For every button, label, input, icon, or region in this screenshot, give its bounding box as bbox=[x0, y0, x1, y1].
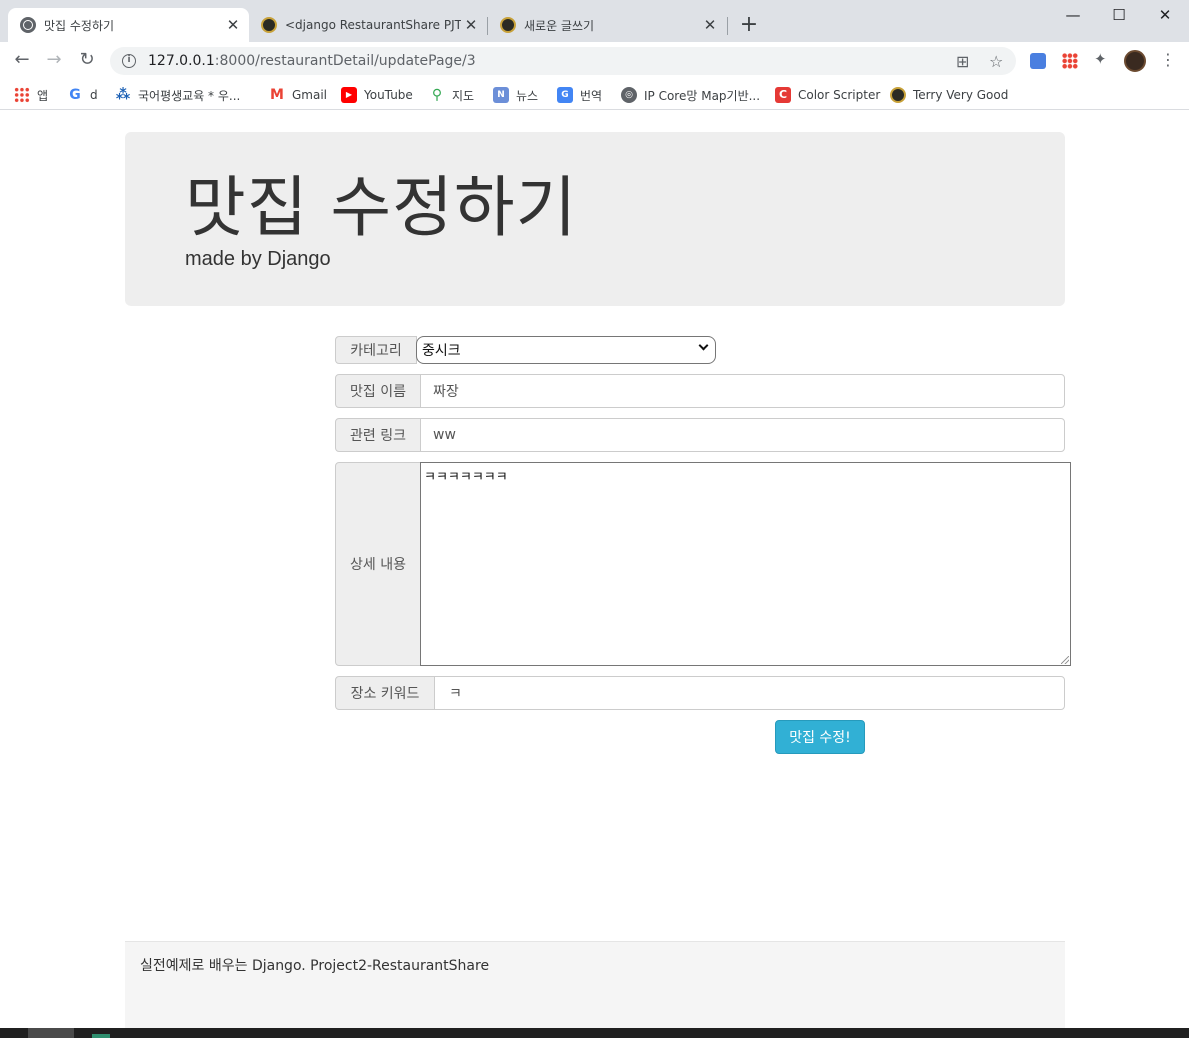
detail-content-label: 상세 내용 bbox=[335, 462, 421, 666]
terry-icon bbox=[890, 87, 906, 103]
bookmark-maps[interactable]: ⚲ 지도 bbox=[429, 85, 474, 105]
bookmark-label: Color Scripter bbox=[798, 88, 881, 102]
translate-page-icon[interactable]: ⊞ bbox=[956, 52, 969, 71]
django-favicon-icon bbox=[500, 17, 516, 33]
tab-divider bbox=[727, 17, 728, 35]
new-tab-icon[interactable]: + bbox=[738, 12, 760, 38]
youtube-icon: ▶ bbox=[341, 87, 357, 103]
os-taskbar bbox=[0, 1028, 1189, 1038]
chevron-down-icon bbox=[698, 340, 709, 351]
back-icon[interactable]: ← bbox=[10, 48, 34, 72]
bookmark-label: Terry Very Good bbox=[913, 88, 1009, 102]
bookmark-label: 앱 bbox=[37, 88, 49, 103]
bookmark-label: IP Core망 Map기반... bbox=[644, 88, 761, 103]
bookmark-label: 지도 bbox=[452, 88, 475, 103]
place-keyword-input[interactable]: ㅋ bbox=[434, 676, 1065, 710]
tab-title: <django RestaurantShare PJT> bbox=[285, 18, 461, 32]
url-path: :8000/restaurantDetail/updatePage/3 bbox=[214, 53, 476, 69]
related-link-input[interactable]: ww bbox=[420, 418, 1065, 452]
taskbar-item[interactable] bbox=[28, 1028, 74, 1038]
bookmark-youtube[interactable]: ▶ YouTube bbox=[341, 85, 413, 105]
tab-new-post[interactable]: 새로운 글쓰기 ✕ bbox=[488, 8, 726, 42]
category-selected-value: 중시크 bbox=[422, 343, 461, 359]
related-link-label: 관련 링크 bbox=[335, 418, 421, 452]
color-scripter-icon: C bbox=[775, 87, 791, 103]
forward-icon[interactable]: → bbox=[42, 48, 66, 72]
globe-icon: ◎ bbox=[621, 87, 637, 103]
url-host: 127.0.0.1 bbox=[148, 53, 215, 69]
tab-django-pjt[interactable]: <django RestaurantShare PJT> ✕ bbox=[249, 8, 487, 42]
bookmark-label: YouTube bbox=[364, 88, 413, 102]
taskbar-item[interactable] bbox=[92, 1034, 110, 1038]
reload-icon[interactable]: ↻ bbox=[75, 48, 99, 72]
place-keyword-label: 장소 키워드 bbox=[335, 676, 435, 710]
address-bar[interactable]: i 127.0.0.1:8000/restaurantDetail/update… bbox=[110, 47, 1016, 75]
window-close-icon[interactable]: ✕ bbox=[1142, 4, 1188, 28]
tab-title: 새로운 글쓰기 bbox=[524, 18, 595, 33]
edu-icon: ⁂ bbox=[115, 87, 131, 103]
bookmark-label: Gmail bbox=[292, 88, 328, 102]
bookmark-label: 국어평생교육 * 우... bbox=[138, 88, 241, 103]
close-tab-icon[interactable]: ✕ bbox=[700, 16, 720, 34]
detail-content-text: ㅋㅋㅋㅋㅋㅋㅋ bbox=[424, 470, 508, 485]
tab-strip: 맛집 수정하기 ✕ <django RestaurantShare PJT> ✕… bbox=[0, 0, 1189, 42]
news-icon: N bbox=[493, 87, 509, 103]
bookmark-label: 번역 bbox=[580, 88, 603, 103]
minimize-icon[interactable]: — bbox=[1050, 4, 1096, 28]
bookmark-apps[interactable]: 앱 bbox=[14, 85, 48, 105]
bookmark-star-icon[interactable]: ☆ bbox=[989, 52, 1003, 71]
django-favicon-icon bbox=[261, 17, 277, 33]
bookmark-edu[interactable]: ⁂ 국어평생교육 * 우... bbox=[115, 85, 240, 105]
maps-icon: ⚲ bbox=[429, 87, 445, 103]
close-tab-icon[interactable]: ✕ bbox=[223, 16, 243, 34]
maximize-icon[interactable]: ☐ bbox=[1096, 4, 1142, 28]
bookmark-google[interactable]: G d bbox=[67, 85, 98, 105]
page-subtitle: made by Django bbox=[185, 248, 331, 270]
page-title: 맛집 수정하기 bbox=[185, 169, 578, 246]
resize-grip-icon[interactable] bbox=[1061, 656, 1069, 664]
profile-avatar[interactable] bbox=[1124, 50, 1146, 72]
bookmark-news[interactable]: N 뉴스 bbox=[493, 85, 538, 105]
gmail-icon: M bbox=[269, 87, 285, 103]
bookmark-label: 뉴스 bbox=[516, 88, 539, 103]
detail-content-textarea[interactable]: ㅋㅋㅋㅋㅋㅋㅋ bbox=[420, 462, 1071, 666]
translate-icon: G bbox=[557, 87, 573, 103]
menu-kebab-icon[interactable]: ⋮ bbox=[1160, 50, 1176, 69]
site-info-icon[interactable]: i bbox=[122, 54, 136, 68]
footer: 실전예제로 배우는 Django. Project2-RestaurantSha… bbox=[125, 941, 1065, 1028]
apps-grid-icon bbox=[14, 87, 30, 103]
category-label: 카테고리 bbox=[335, 336, 417, 364]
google-icon: G bbox=[67, 87, 83, 103]
tab-active[interactable]: 맛집 수정하기 ✕ bbox=[8, 8, 249, 42]
tab-title: 맛집 수정하기 bbox=[44, 18, 115, 33]
globe-icon bbox=[20, 17, 36, 33]
restaurant-name-label: 맛집 이름 bbox=[335, 374, 421, 408]
bookmark-gmail[interactable]: M Gmail bbox=[269, 85, 327, 105]
bookmark-translate[interactable]: G 번역 bbox=[557, 85, 602, 105]
bookmark-terry[interactable]: Terry Very Good bbox=[890, 85, 1008, 105]
jumbotron: 맛집 수정하기 made by Django bbox=[125, 132, 1065, 306]
extension-dots-icon[interactable] bbox=[1062, 53, 1078, 69]
browser-toolbar: ← → ↻ i 127.0.0.1:8000/restaurantDetail/… bbox=[0, 42, 1189, 78]
bookmarks-bar: 앱 G d ⁂ 국어평생교육 * 우... M Gmail ▶ YouTube … bbox=[0, 80, 1189, 110]
restaurant-name-input[interactable]: 짜장 bbox=[420, 374, 1065, 408]
footer-text: 실전예제로 배우는 Django. Project2-RestaurantSha… bbox=[140, 958, 490, 974]
extensions-puzzle-icon[interactable]: ✦ bbox=[1094, 50, 1110, 68]
bookmark-color-scripter[interactable]: C Color Scripter bbox=[775, 85, 880, 105]
bookmark-label: d bbox=[90, 88, 98, 102]
close-tab-icon[interactable]: ✕ bbox=[461, 16, 481, 34]
bookmark-ip-core[interactable]: ◎ IP Core망 Map기반... bbox=[621, 85, 760, 105]
update-restaurant-button[interactable]: 맛집 수정! bbox=[775, 720, 865, 754]
category-select[interactable]: 중시크 bbox=[416, 336, 716, 364]
extension-blue-icon[interactable] bbox=[1030, 53, 1046, 69]
